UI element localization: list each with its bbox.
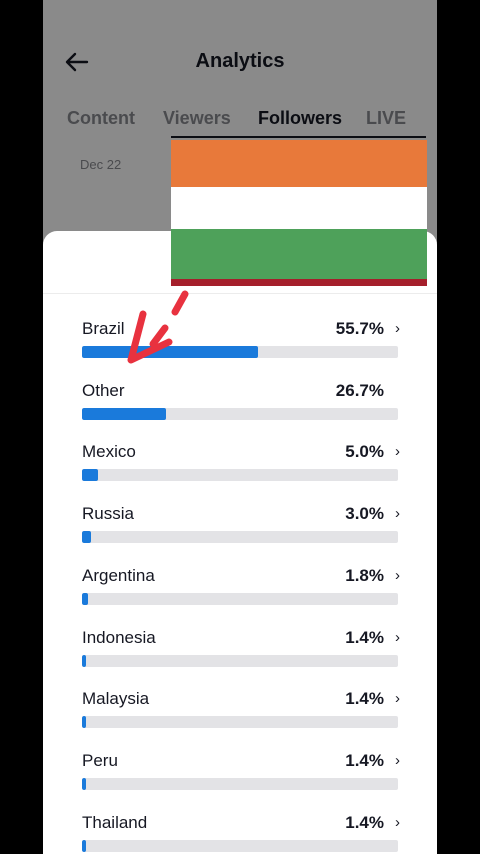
chevron-right-icon[interactable]: › [395, 567, 400, 584]
percentage-bar-track [82, 469, 398, 482]
percentage-bar-fill [82, 654, 87, 667]
country-name: Russia [82, 504, 134, 524]
percentage-bar-fill [82, 346, 258, 358]
percentage-bar-fill [82, 407, 167, 420]
chevron-right-icon[interactable]: › [395, 505, 400, 522]
percentage-bar-track [82, 777, 398, 790]
country-row[interactable]: Peru 1.4% › [82, 750, 400, 801]
country-row: Other 26.7% [82, 381, 398, 431]
percentage-bar-track [82, 346, 398, 358]
country-percentage: 1.4% [345, 627, 384, 647]
flag-band-orange [171, 140, 427, 187]
country-row[interactable]: Thailand 1.4% › [82, 812, 400, 854]
country-row[interactable]: Indonesia 1.4% › [82, 627, 400, 678]
percentage-bar-fill [82, 716, 87, 729]
flag-band-red [171, 279, 427, 286]
percentage-bar-track [82, 531, 398, 544]
percentage-bar-fill [82, 592, 88, 605]
country-percentage: 55.7% [335, 319, 384, 338]
country-row[interactable]: Argentina 1.8% › [82, 565, 400, 616]
chevron-right-icon[interactable]: › [395, 690, 400, 707]
country-name: Brazil [82, 319, 125, 338]
country-name: Peru [82, 750, 118, 770]
country-name: Thailand [82, 812, 148, 832]
country-name: Argentina [82, 565, 155, 585]
country-row[interactable]: Brazil 55.7% › [82, 319, 400, 369]
percentage-bar-track [82, 839, 398, 852]
country-name: Indonesia [82, 627, 156, 647]
country-percentage: 1.4% [345, 689, 384, 709]
country-percentage: 1.4% [345, 750, 384, 770]
chevron-right-icon[interactable]: › [395, 752, 400, 769]
country-row[interactable]: Mexico 5.0% › [82, 442, 400, 492]
country-percentage: 3.0% [345, 504, 384, 524]
country-name: Other [82, 380, 125, 400]
sheet-divider [43, 293, 437, 294]
percentage-bar-track [82, 592, 398, 605]
country-name: Mexico [82, 442, 136, 462]
countries-sheet: Brazil 55.7% › Other 26.7% Mexico 5.0% › Russia 3… [43, 231, 437, 854]
percentage-bar-fill [82, 531, 92, 544]
country-percentage: 1.8% [345, 565, 384, 585]
percentage-bar-track [82, 407, 398, 420]
chevron-right-icon[interactable]: › [395, 629, 400, 646]
percentage-bar-fill [82, 839, 87, 852]
phone-screen: Analytics Content Viewers Followers LIVE… [43, 0, 437, 854]
country-percentage: 5.0% [345, 442, 384, 462]
percentage-bar-track [82, 716, 398, 729]
country-percentage: 1.4% [345, 812, 384, 832]
chevron-right-icon[interactable]: › [395, 443, 400, 460]
flag-image [171, 140, 427, 286]
country-row[interactable]: Malaysia 1.4% › [82, 689, 400, 739]
percentage-bar-track [82, 654, 398, 667]
flag-band-white [171, 187, 427, 229]
country-row[interactable]: Russia 3.0% › [82, 504, 400, 554]
country-name: Malaysia [82, 689, 150, 709]
percentage-bar-fill [82, 469, 98, 482]
flag-band-green [171, 229, 427, 279]
chevron-right-icon[interactable]: › [395, 320, 400, 337]
percentage-bar-fill [82, 777, 87, 790]
chevron-right-icon[interactable]: › [395, 814, 400, 831]
country-percentage: 26.7% [335, 380, 384, 400]
